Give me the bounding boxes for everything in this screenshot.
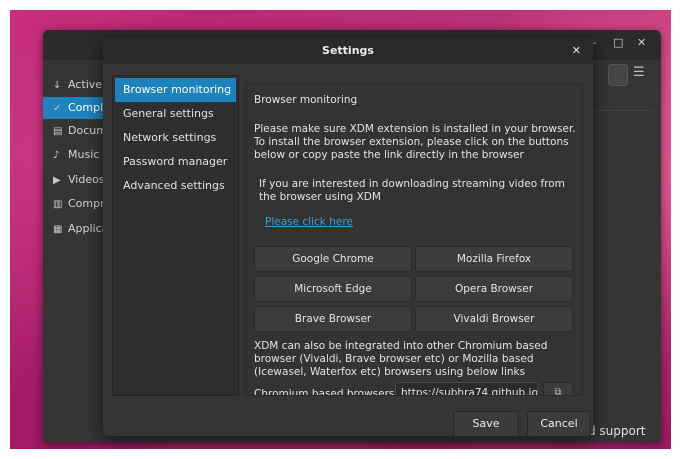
panel-heading: Browser monitoring [254, 94, 358, 106]
nav-advanced-settings[interactable]: Advanced settings [115, 174, 236, 198]
copy-icon[interactable]: ⧉ [543, 382, 573, 395]
nav-general-settings[interactable]: General settings [115, 102, 236, 126]
close-icon[interactable]: ✕ [572, 44, 581, 57]
dialog-title: Settings [322, 44, 374, 57]
close-window-button[interactable]: ✕ [637, 36, 646, 49]
opera-browser-button[interactable]: Opera Browser [415, 276, 573, 302]
brave-browser-button[interactable]: Brave Browser [254, 306, 412, 332]
arrow-down-icon: ↓ [53, 80, 62, 91]
streaming-help-link[interactable]: Please click here [265, 216, 353, 228]
nav-password-manager[interactable]: Password manager [115, 150, 236, 174]
support-link[interactable]: d support [588, 424, 646, 438]
nav-network-settings[interactable]: Network settings [115, 126, 236, 150]
music-icon: ♪ [53, 150, 60, 161]
sidebar-item-label: Active [68, 78, 103, 91]
streaming-note: If you are interested in downloading str… [259, 178, 565, 203]
google-chrome-button[interactable]: Google Chrome [254, 246, 412, 272]
nav-browser-monitoring[interactable]: Browser monitoring [115, 78, 236, 102]
cancel-button[interactable]: Cancel [527, 411, 591, 437]
sidebar-item-label: Videos [68, 173, 105, 186]
vivaldi-browser-button[interactable]: Vivaldi Browser [415, 306, 573, 332]
hamburger-menu-icon[interactable]: ☰ [633, 65, 645, 80]
check-icon: ✓ [53, 103, 62, 114]
settings-dialog: Settings ✕ Browser monitoring General se… [103, 38, 593, 437]
save-button[interactable]: Save [453, 411, 519, 437]
chromium-browsers-label: Chromium based browsers [254, 388, 395, 396]
microsoft-edge-button[interactable]: Microsoft Edge [254, 276, 412, 302]
apps-grid-icon: ▦ [53, 224, 63, 235]
document-icon: ▤ [53, 126, 63, 137]
extension-instructions: Please make sure XDM extension is instal… [254, 123, 576, 161]
settings-nav: Browser monitoring General settings Netw… [112, 75, 239, 396]
mozilla-firefox-button[interactable]: Mozilla Firefox [415, 246, 573, 272]
maximize-button[interactable]: □ [613, 36, 623, 49]
video-icon: ▶ [53, 175, 61, 186]
desktop-background: – □ ✕ ☰ ↓Active ✓Complete ▤Documents ♪Mu… [10, 10, 671, 449]
chromium-integration-note: XDM can also be integrated into other Ch… [254, 340, 548, 378]
archive-icon: ▥ [53, 199, 63, 210]
browser-monitoring-panel: Browser monitoring Please make sure XDM … [244, 83, 583, 396]
sidebar-item-label: Music [68, 148, 100, 161]
search-box[interactable] [608, 64, 628, 86]
chromium-extension-url-field[interactable]: https://subhra74.github.io [395, 382, 538, 395]
dialog-titlebar: Settings ✕ [103, 38, 593, 64]
